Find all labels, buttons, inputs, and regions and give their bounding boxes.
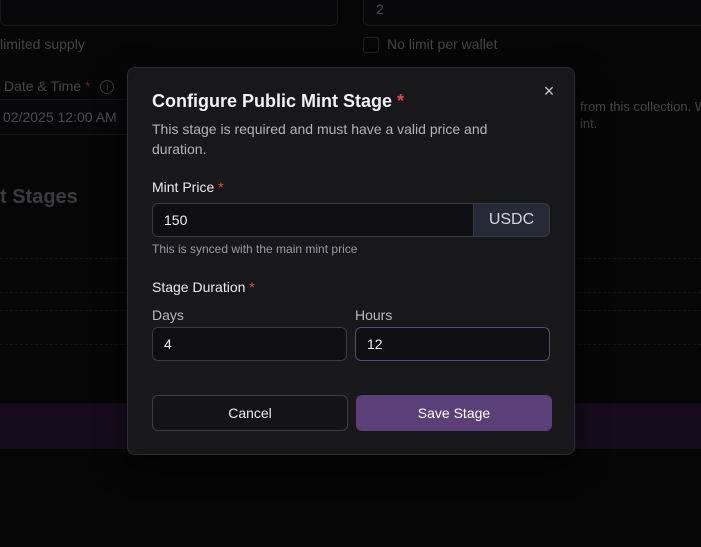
save-stage-button[interactable]: Save Stage: [356, 395, 552, 431]
mint-price-input[interactable]: [152, 203, 474, 237]
stage-duration-label-text: Stage Duration: [152, 279, 246, 295]
cancel-button[interactable]: Cancel: [152, 395, 348, 431]
hours-input[interactable]: [355, 327, 550, 361]
days-label: Days: [152, 307, 184, 323]
stage-duration-label: Stage Duration *: [152, 279, 255, 295]
modal-title-text: Configure Public Mint Stage: [152, 91, 393, 111]
mint-price-label-text: Mint Price: [152, 179, 215, 195]
close-icon[interactable]: ×: [540, 82, 558, 100]
modal-title: Configure Public Mint Stage *: [152, 91, 404, 112]
mint-price-hint: This is synced with the main mint price: [152, 242, 358, 256]
stage-duration-required: *: [249, 279, 255, 295]
hours-label: Hours: [355, 307, 393, 323]
configure-stage-modal: × Configure Public Mint Stage * This sta…: [127, 67, 575, 455]
currency-suffix: USDC: [473, 203, 550, 237]
days-input[interactable]: [152, 327, 347, 361]
mint-price-required: *: [218, 179, 224, 195]
modal-description: This stage is required and must have a v…: [152, 121, 488, 157]
mint-price-label: Mint Price *: [152, 179, 224, 195]
required-marker: *: [397, 91, 405, 111]
